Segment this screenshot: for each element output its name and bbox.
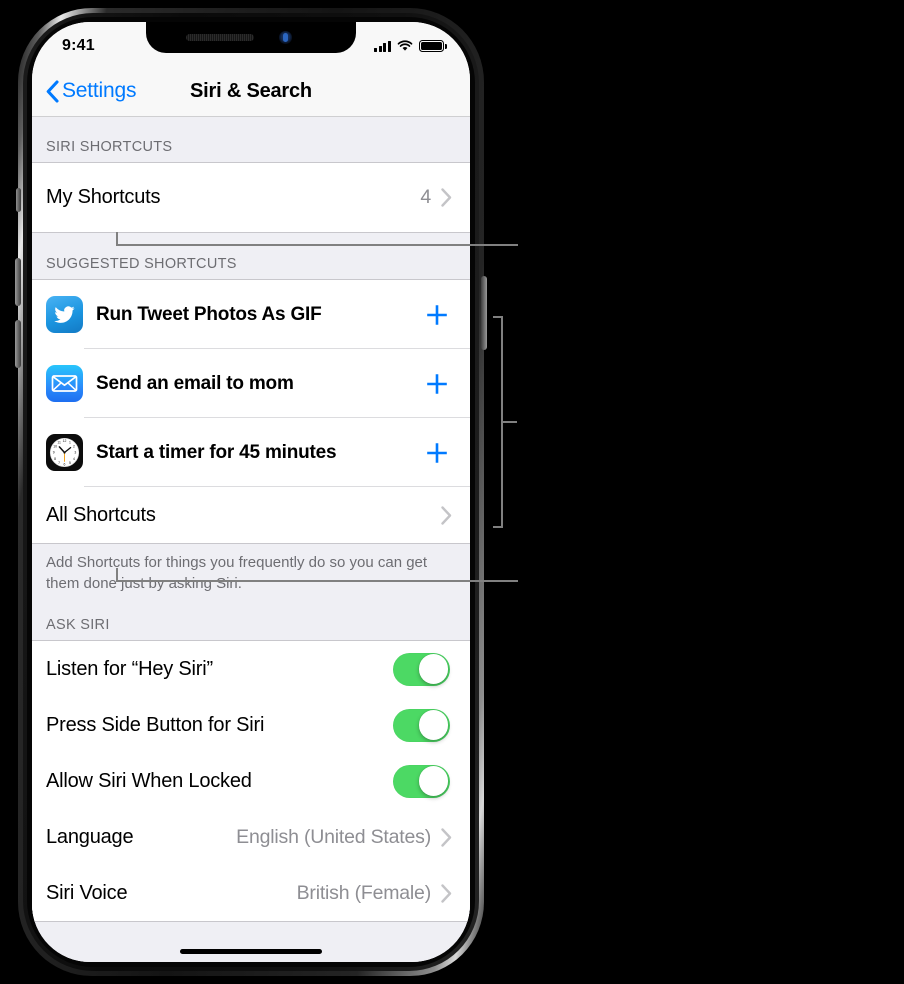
svg-text:2: 2 (73, 444, 75, 448)
svg-text:4: 4 (73, 457, 75, 461)
section-header-ask-siri: ASK SIRI (46, 617, 110, 634)
group-suggested-shortcuts: Run Tweet Photos As GIF Send an email to… (32, 279, 470, 544)
svg-text:11: 11 (57, 440, 61, 444)
row-run-tweet-photos-as-gif[interactable]: Run Tweet Photos As GIF (32, 280, 470, 349)
plus-icon[interactable] (424, 440, 450, 466)
volume-down-button[interactable] (15, 320, 21, 368)
front-camera-icon (279, 31, 292, 44)
row-all-shortcuts[interactable]: All Shortcuts (32, 487, 470, 543)
chevron-left-icon (46, 79, 59, 103)
iphone-device: 9:41 Settings Siri & Search SIRI SHORTCU… (15, 8, 487, 976)
row-value: British (Female) (296, 881, 432, 904)
row-title: Allow Siri When Locked (46, 769, 252, 792)
plus-icon[interactable] (424, 371, 450, 397)
callout-my-shortcuts-line (116, 244, 518, 246)
volume-up-button[interactable] (15, 258, 21, 306)
row-title: Start a timer for 45 minutes (96, 441, 337, 463)
row-listen-for-hey-siri[interactable]: Listen for “Hey Siri” (32, 641, 470, 698)
device-screen: 9:41 Settings Siri & Search SIRI SHORTCU… (32, 22, 470, 962)
row-title: Press Side Button for Siri (46, 713, 265, 736)
svg-text:10: 10 (53, 444, 57, 448)
row-title: My Shortcuts (46, 186, 161, 208)
screenshot-canvas: 9:41 Settings Siri & Search SIRI SHORTCU… (0, 0, 904, 984)
row-title: Language (46, 825, 134, 848)
back-button-label: Settings (62, 79, 137, 102)
group-ask-siri: Listen for “Hey Siri” Press Side Button … (32, 640, 470, 923)
row-title: Send an email to mom (96, 372, 294, 394)
clock-app-icon: 12 1 2 3 4 5 6 7 8 9 10 11 (46, 434, 83, 471)
callout-bracket-stem (501, 421, 517, 423)
callout-all-shortcuts-line (116, 580, 518, 582)
battery-full-icon (419, 40, 447, 52)
toggle-press-side-button-for-siri[interactable] (393, 708, 450, 742)
status-bar-time: 9:41 (62, 37, 95, 54)
row-title: All Shortcuts (46, 503, 156, 526)
row-start-a-timer-for-45-minutes[interactable]: 12 1 2 3 4 5 6 7 8 9 10 11 Start a timer… (32, 418, 470, 487)
svg-text:7: 7 (58, 461, 60, 465)
group-siri-shortcuts: My Shortcuts 4 (32, 162, 470, 233)
settings-list[interactable]: SIRI SHORTCUTS My Shortcuts 4 SUGGESTED … (32, 116, 470, 962)
chevron-right-icon (441, 505, 452, 525)
status-bar-indicators (374, 40, 447, 52)
row-value: English (United States) (236, 825, 431, 848)
twitter-app-icon (46, 296, 83, 333)
row-language[interactable]: Language English (United States) (32, 809, 470, 866)
home-indicator (180, 949, 322, 954)
signal-bars-icon (374, 40, 391, 52)
svg-text:3: 3 (74, 451, 76, 455)
row-value: 4 (420, 186, 431, 208)
svg-text:1: 1 (69, 440, 71, 444)
svg-text:8: 8 (54, 457, 56, 461)
row-my-shortcuts[interactable]: My Shortcuts 4 (32, 163, 470, 232)
navigation-bar: Settings Siri & Search (32, 66, 470, 117)
side-power-button[interactable] (481, 276, 487, 350)
silent-switch[interactable] (16, 188, 21, 212)
section-header-siri-shortcuts: SIRI SHORTCUTS (46, 139, 173, 155)
row-title: Run Tweet Photos As GIF (96, 303, 322, 325)
back-button[interactable]: Settings (46, 66, 136, 116)
svg-text:12: 12 (63, 439, 67, 443)
section-header-suggested-shortcuts: SUGGESTED SHORTCUTS (46, 256, 237, 272)
display-notch (146, 22, 356, 53)
section-footer-suggested-shortcuts: Add Shortcuts for things you frequently … (46, 554, 428, 592)
toggle-allow-siri-when-locked[interactable] (393, 764, 450, 798)
svg-text:6: 6 (64, 462, 66, 466)
row-send-an-email-to-mom[interactable]: Send an email to mom (32, 349, 470, 418)
row-allow-siri-when-locked[interactable]: Allow Siri When Locked (32, 753, 470, 810)
callout-bracket-bottom-arm (493, 526, 503, 528)
mail-app-icon (46, 365, 83, 402)
row-siri-voice[interactable]: Siri Voice British (Female) (32, 865, 470, 922)
chevron-right-icon (441, 188, 452, 207)
row-title: Listen for “Hey Siri” (46, 657, 213, 680)
chevron-right-icon (441, 884, 452, 903)
plus-icon[interactable] (424, 302, 450, 328)
chevron-right-icon (441, 828, 452, 847)
toggle-listen-for-hey-siri[interactable] (393, 652, 450, 686)
wifi-icon (397, 40, 413, 51)
svg-text:5: 5 (69, 461, 71, 465)
earpiece-speaker-icon (186, 34, 254, 41)
row-title: Siri Voice (46, 881, 128, 904)
row-press-side-button-for-siri[interactable]: Press Side Button for Siri (32, 697, 470, 754)
svg-text:9: 9 (53, 451, 55, 455)
